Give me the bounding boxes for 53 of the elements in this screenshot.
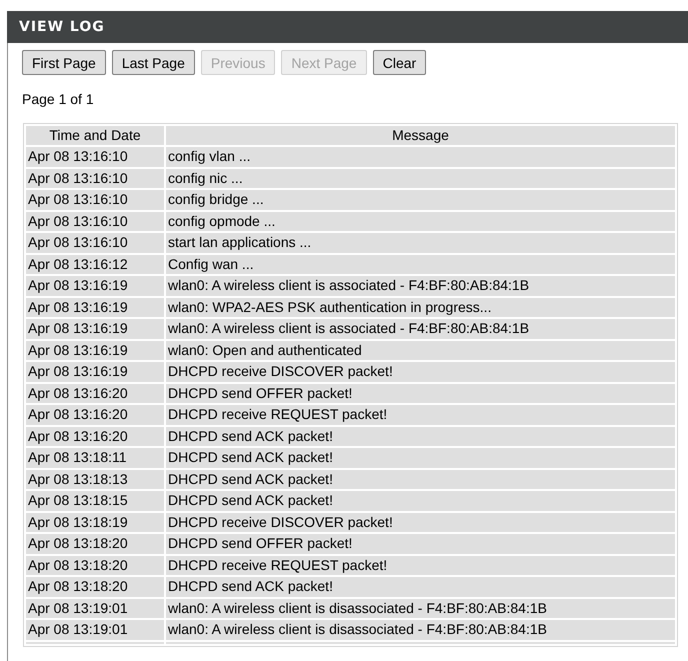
message-cell: DHCPD send ACK packet! — [166, 577, 675, 596]
message-cell: wlan0: A wireless client is associated - F4:BF:80:AB:84:1B — [166, 276, 675, 296]
time-cell: Apr 08 13:16:20 — [26, 384, 164, 403]
message-cell: DHCPD receive REQUEST packet! — [166, 556, 675, 575]
message-cell: wlan0: A wireless client is associated - F4:BF:80:AB:84:1B — [166, 319, 675, 338]
time-cell: Apr 08 13:19:01 — [26, 620, 164, 640]
page-indicator: Page 1 of 1 — [22, 91, 95, 107]
message-cell: DHCPD receive DISCOVER packet! — [166, 512, 675, 532]
time-cell: Apr 08 13:18:15 — [26, 491, 164, 510]
time-cell: Apr 08 13:18:20 — [26, 577, 164, 596]
time-cell: Apr 08 13:18:20 — [26, 534, 164, 554]
message-cell: config bridge ... — [166, 190, 675, 210]
time-cell: Apr 08 13:18:19 — [26, 512, 164, 532]
message-cell: DHCPD send ACK packet! — [166, 470, 675, 489]
time-cell: Apr 08 13:16:10 — [26, 168, 164, 188]
message-cell: DHCPD send ACK packet! — [166, 448, 675, 468]
time-cell: Apr 08 13:16:10 — [26, 233, 164, 252]
message-cell: wlan0: WPA2-AES PSK authentication in progress... — [166, 298, 675, 317]
message-cell: wlan0: Open and authenticated — [166, 340, 675, 360]
message-cell: Config wan ... — [166, 254, 675, 274]
message-cell: config vlan ... — [166, 147, 675, 166]
message-cell: config nic ... — [166, 168, 675, 188]
time-cell: Apr 08 13:16:10 — [26, 212, 164, 231]
message-cell: wlan0: A wireless client is disassociated - F4:BF:80:AB:84:1B — [166, 598, 675, 618]
message-cell: DHCPD receive DISCOVER packet! — [166, 362, 675, 382]
message-cell: DHCPD send OFFER packet! — [166, 384, 675, 403]
time-cell: Apr 08 13:16:19 — [26, 362, 164, 382]
message-cell: start lan applications ... — [166, 233, 675, 252]
message-cell: config opmode ... — [166, 212, 675, 231]
time-cell: Apr 08 13:16:10 — [26, 147, 164, 166]
time-cell: Apr 08 13:16:10 — [26, 190, 164, 210]
time-cell: Apr 08 13:16:19 — [26, 276, 164, 296]
time-cell: Apr 08 13:16:20 — [26, 405, 164, 424]
time-cell: Apr 08 13:16:19 — [26, 340, 164, 360]
column-header: Message — [166, 126, 675, 145]
message-cell: DHCPD send ACK packet! — [166, 426, 675, 446]
time-cell: Apr 08 13:18:13 — [26, 470, 164, 489]
time-cell: Apr 08 13:18:20 — [26, 556, 164, 575]
message-cell: wlan0: A wireless client is disassociated - F4:BF:80:AB:84:1B — [166, 620, 675, 640]
page-button[interactable]: Clear — [372, 50, 426, 75]
time-cell: Apr 08 13:16:20 — [26, 426, 164, 446]
time-cell: Apr 08 13:16:19 — [26, 298, 164, 317]
time-cell: Apr 08 13:19:01 — [26, 598, 164, 618]
column-header: Time and Date — [26, 126, 164, 145]
time-cell: Apr 08 13:16:12 — [26, 254, 164, 274]
time-cell: Apr 08 13:18:11 — [26, 448, 164, 468]
time-cell: Apr 08 13:16:19 — [26, 319, 164, 338]
message-cell: DHCPD send ACK packet! — [166, 491, 675, 510]
message-cell: DHCPD send OFFER packet! — [166, 534, 675, 554]
panel-title: VIEW LOG — [7, 11, 688, 43]
page-button[interactable]: First Page — [22, 50, 106, 75]
page-button[interactable]: Last Page — [112, 50, 195, 75]
message-cell: DHCPD receive REQUEST packet! — [166, 405, 675, 424]
